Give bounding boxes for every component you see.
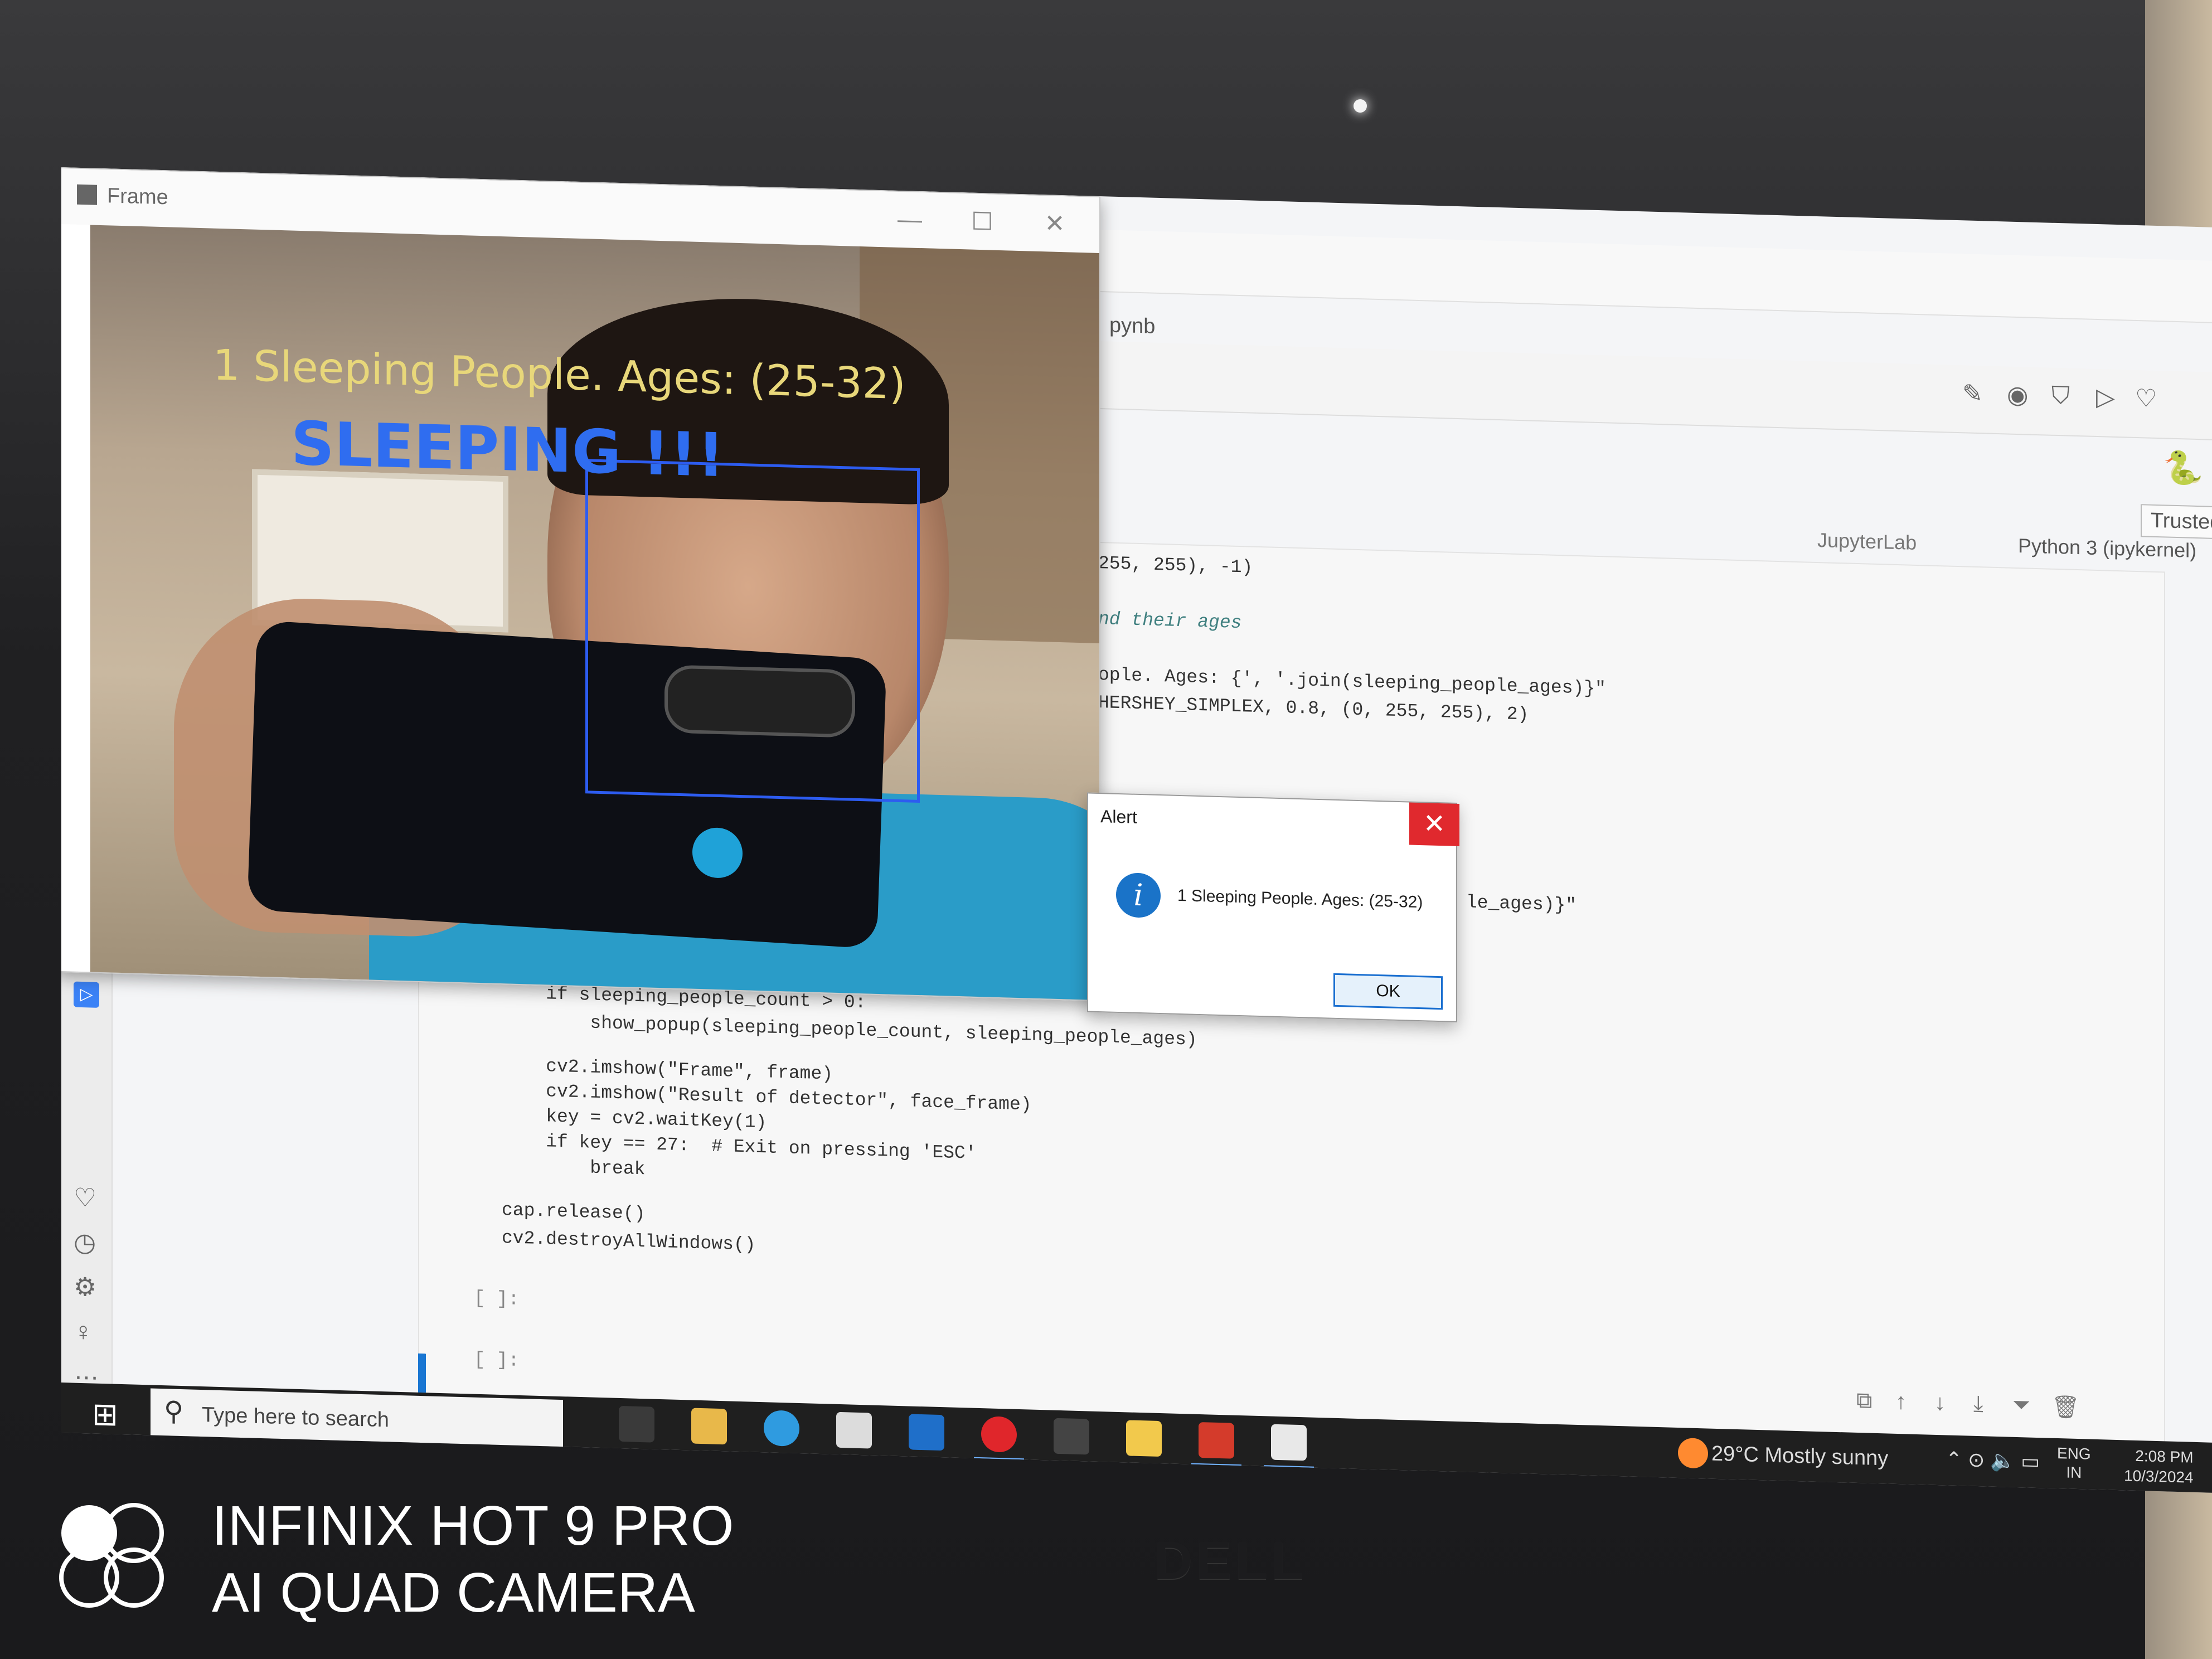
clock[interactable]: 2:08 PM 10/3/2024 xyxy=(2124,1445,2194,1487)
webcam-indicator xyxy=(1354,99,1367,113)
opera-icon[interactable] xyxy=(981,1416,1017,1453)
edge-icon[interactable] xyxy=(764,1410,799,1447)
ok-button[interactable]: OK xyxy=(1333,973,1443,1010)
frame-title: Frame xyxy=(107,184,168,210)
task-view-icon[interactable] xyxy=(619,1405,654,1443)
heart-icon[interactable]: ♡ xyxy=(2135,384,2157,413)
delete-icon[interactable]: 🗑 xyxy=(2051,1394,2080,1420)
windows-start-icon[interactable]: ⊞ xyxy=(92,1396,118,1433)
search-placeholder: Type here to search xyxy=(202,1403,389,1432)
trusted-badge[interactable]: Trusted xyxy=(2141,504,2212,540)
alert-message: 1 Sleeping People. Ages: (25-32) xyxy=(1177,886,1423,912)
jupyterlab-link[interactable]: JupyterLab xyxy=(1817,528,1917,555)
sleeping-status-overlay: SLEEPING !!! xyxy=(291,409,725,491)
code-line: 255, 255), -1) xyxy=(1098,552,1253,578)
code-line: nd their ages xyxy=(1098,608,1242,634)
alert-title: Alert xyxy=(1100,806,1137,827)
notebook-tab-label[interactable]: pynb xyxy=(1109,314,1155,339)
cell-prompt: [ ]: xyxy=(474,1288,520,1311)
clock-time: 2:08 PM xyxy=(2135,1447,2194,1466)
run-icon[interactable]: ▷ xyxy=(74,981,99,1008)
frame-window[interactable]: Frame — ☐ ✕ 1 Sleeping People. Ages: (25… xyxy=(61,167,1100,1002)
face-detection-box xyxy=(585,459,920,803)
close-button[interactable]: ✕ xyxy=(1021,202,1088,246)
cell-prompt: [ ]: xyxy=(474,1349,520,1372)
camera-watermark-logo-icon xyxy=(59,1503,164,1608)
notebook-toolbar xyxy=(1093,341,2212,440)
close-icon[interactable]: ✕ xyxy=(1409,802,1459,847)
move-up-icon[interactable]: ↑ xyxy=(1895,1389,1907,1415)
store-icon[interactable] xyxy=(836,1411,872,1449)
system-tray-icons[interactable]: ⌃ ⊙ 🔈 ▭ xyxy=(1946,1447,2040,1473)
browser-top-bar xyxy=(1093,229,2212,323)
clock-date: 10/3/2024 xyxy=(2124,1467,2194,1486)
insert-cell-icon[interactable]: ⤓ xyxy=(1973,1391,1983,1417)
camera-feed: 1 Sleeping People. Ages: (25-32) SLEEPIN… xyxy=(90,225,1099,1001)
clock-icon[interactable]: ◷ xyxy=(74,1227,96,1258)
info-icon: i xyxy=(1116,872,1161,919)
camera-model-text: INFINIX HOT 9 PRO xyxy=(212,1495,735,1557)
filter-icon[interactable]: ⏷ xyxy=(2012,1393,2030,1418)
camera-icon[interactable]: ◉ xyxy=(2007,380,2028,409)
play-icon[interactable]: ▷ xyxy=(2096,383,2115,412)
language-indicator[interactable]: ENG IN xyxy=(2057,1444,2091,1483)
minimize-button[interactable]: — xyxy=(876,198,943,242)
laptop-screen: pynb ✎ ◉ ⛉ ▷ ♡ 🐍 Trusted JupyterLab Pyth… xyxy=(61,167,2212,1493)
python-icon[interactable] xyxy=(1126,1420,1162,1457)
app-icon xyxy=(77,184,97,205)
code-line: le_ages)}" xyxy=(1466,892,1577,916)
terminal-icon[interactable] xyxy=(1054,1418,1089,1455)
weather-widget[interactable]: 29°C Mostly sunny xyxy=(1711,1442,1888,1471)
search-icon: ⚲ xyxy=(164,1396,184,1427)
heart-icon[interactable]: ♡ xyxy=(74,1182,96,1213)
maximize-button[interactable]: ☐ xyxy=(949,200,1016,244)
lang-line1: ENG xyxy=(2057,1444,2091,1463)
gear-icon[interactable]: ⚙ xyxy=(74,1272,96,1302)
file-explorer-icon[interactable] xyxy=(691,1408,727,1445)
jupyter-icon[interactable] xyxy=(1199,1422,1234,1459)
kernel-indicator[interactable]: Python 3 (ipykernel) xyxy=(2018,534,2196,562)
camera-feature-text: AI QUAD CAMERA xyxy=(212,1561,695,1624)
lang-line2: IN xyxy=(2066,1463,2082,1482)
edit-icon[interactable]: ✎ xyxy=(1962,379,1983,408)
notepad-icon[interactable] xyxy=(1271,1424,1307,1461)
lightbulb-icon[interactable]: ♀ xyxy=(74,1316,93,1347)
move-down-icon[interactable]: ↓ xyxy=(1934,1390,1946,1416)
more-icon[interactable]: … xyxy=(74,1355,99,1386)
copy-icon[interactable]: ⧉ xyxy=(1856,1388,1873,1414)
dell-logo: DELL xyxy=(1154,1531,1307,1590)
shield-icon[interactable]: ⛉ xyxy=(2051,382,2070,410)
active-cell-indicator xyxy=(418,1353,426,1393)
outlook-icon[interactable] xyxy=(909,1414,944,1451)
code-line: break xyxy=(502,1155,646,1180)
code-line: cap.release() xyxy=(502,1200,646,1225)
weather-sun-icon[interactable] xyxy=(1678,1438,1708,1469)
python-logo-icon: 🐍 xyxy=(2163,449,2204,487)
alert-dialog[interactable]: Alert ✕ i 1 Sleeping People. Ages: (25-3… xyxy=(1087,792,1459,1022)
